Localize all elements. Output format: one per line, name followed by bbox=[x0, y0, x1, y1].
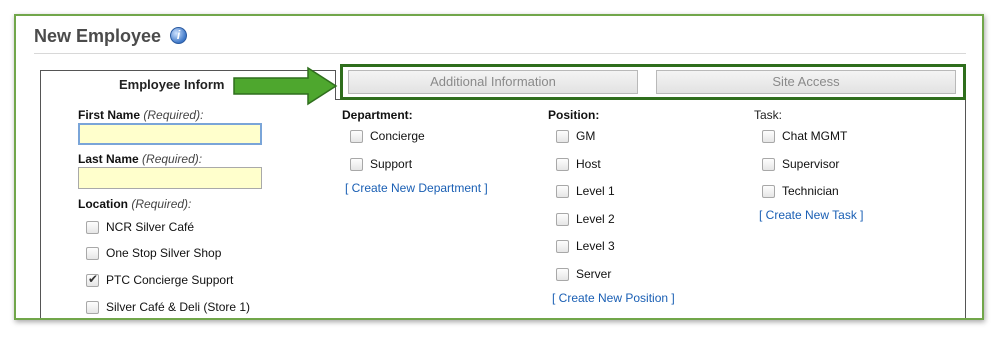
task-option-label: Chat MGMT bbox=[782, 129, 848, 143]
position-option[interactable]: Level 2 bbox=[556, 212, 615, 226]
first-name-required-text: (Required): bbox=[143, 108, 204, 122]
department-option-label: Concierge bbox=[370, 129, 425, 143]
position-checkbox-level-1[interactable] bbox=[556, 184, 569, 198]
last-name-label: Last Name (Required): bbox=[78, 152, 202, 166]
first-name-label: First Name (Required): bbox=[78, 108, 203, 122]
position-option[interactable]: GM bbox=[556, 129, 595, 143]
location-option-label: PTC Concierge Support bbox=[106, 273, 234, 287]
position-option-label: GM bbox=[576, 129, 596, 143]
page-title: New Employee i bbox=[34, 26, 188, 47]
new-employee-panel: New Employee i Employee Inform Additiona… bbox=[14, 14, 984, 320]
department-option[interactable]: Concierge bbox=[350, 129, 425, 143]
position-option[interactable]: Host bbox=[556, 157, 601, 171]
location-option[interactable]: PTC Concierge Support bbox=[86, 272, 234, 287]
title-divider bbox=[34, 53, 966, 54]
task-checkbox-technician[interactable] bbox=[762, 184, 775, 198]
position-option-label: Host bbox=[576, 157, 601, 171]
position-option-label: Server bbox=[576, 267, 612, 281]
position-option-label: Level 2 bbox=[576, 212, 615, 226]
position-option[interactable]: Server bbox=[556, 267, 611, 281]
location-checkbox-one-stop-silver-shop[interactable] bbox=[86, 246, 99, 260]
create-new-task-link[interactable]: [ Create New Task ] bbox=[759, 208, 863, 222]
task-option[interactable]: Technician bbox=[762, 184, 839, 198]
department-option-label: Support bbox=[370, 157, 413, 171]
position-label: Position: bbox=[548, 108, 600, 122]
location-checkbox-silver-cafe-deli[interactable] bbox=[86, 300, 99, 314]
arrow-right-icon bbox=[233, 66, 338, 106]
location-checkbox-ncr-silver-cafe[interactable] bbox=[86, 220, 99, 234]
location-option-label: NCR Silver Café bbox=[106, 220, 195, 234]
location-option[interactable]: Silver Café & Deli (Store 1) bbox=[86, 300, 250, 314]
info-icon[interactable]: i bbox=[170, 26, 188, 44]
position-option[interactable]: Level 1 bbox=[556, 184, 615, 198]
task-label: Task: bbox=[754, 108, 783, 122]
location-option[interactable]: One Stop Silver Shop bbox=[86, 246, 221, 260]
task-option[interactable]: Chat MGMT bbox=[762, 129, 847, 143]
position-checkbox-server[interactable] bbox=[556, 267, 569, 281]
department-checkbox-concierge[interactable] bbox=[350, 129, 363, 143]
tab-content-border-right bbox=[965, 99, 966, 318]
location-option-label: Silver Café & Deli (Store 1) bbox=[106, 300, 251, 314]
position-option[interactable]: Level 3 bbox=[556, 239, 615, 253]
tab-content-border-left bbox=[40, 99, 41, 318]
location-label-text: Location bbox=[78, 197, 128, 211]
location-checkbox-ptc-concierge-support[interactable] bbox=[86, 272, 99, 287]
department-option[interactable]: Support bbox=[350, 157, 412, 171]
tabs-highlight-box bbox=[340, 64, 966, 100]
page-title-text: New Employee bbox=[34, 26, 162, 46]
position-checkbox-host[interactable] bbox=[556, 157, 569, 171]
location-option[interactable]: NCR Silver Café bbox=[86, 220, 194, 234]
first-name-input[interactable] bbox=[78, 123, 262, 145]
first-name-label-text: First Name bbox=[78, 108, 141, 122]
task-option[interactable]: Supervisor bbox=[762, 157, 839, 171]
location-option-label: One Stop Silver Shop bbox=[106, 246, 222, 260]
position-checkbox-level-3[interactable] bbox=[556, 239, 569, 253]
location-required-text: (Required): bbox=[131, 197, 192, 211]
location-label: Location (Required): bbox=[78, 197, 191, 211]
position-option-label: Level 3 bbox=[576, 239, 615, 253]
create-new-department-link[interactable]: [ Create New Department ] bbox=[345, 181, 488, 195]
position-checkbox-level-2[interactable] bbox=[556, 212, 569, 226]
task-option-label: Supervisor bbox=[782, 157, 840, 171]
position-checkbox-gm[interactable] bbox=[556, 129, 569, 143]
task-checkbox-supervisor[interactable] bbox=[762, 157, 775, 171]
department-label: Department: bbox=[342, 108, 413, 122]
task-checkbox-chat-mgmt[interactable] bbox=[762, 129, 775, 143]
last-name-input[interactable] bbox=[78, 167, 262, 189]
department-checkbox-support[interactable] bbox=[350, 157, 363, 171]
position-option-label: Level 1 bbox=[576, 184, 615, 198]
task-option-label: Technician bbox=[782, 184, 839, 198]
last-name-label-text: Last Name bbox=[78, 152, 139, 166]
create-new-position-link[interactable]: [ Create New Position ] bbox=[552, 291, 675, 305]
last-name-required-text: (Required): bbox=[142, 152, 203, 166]
